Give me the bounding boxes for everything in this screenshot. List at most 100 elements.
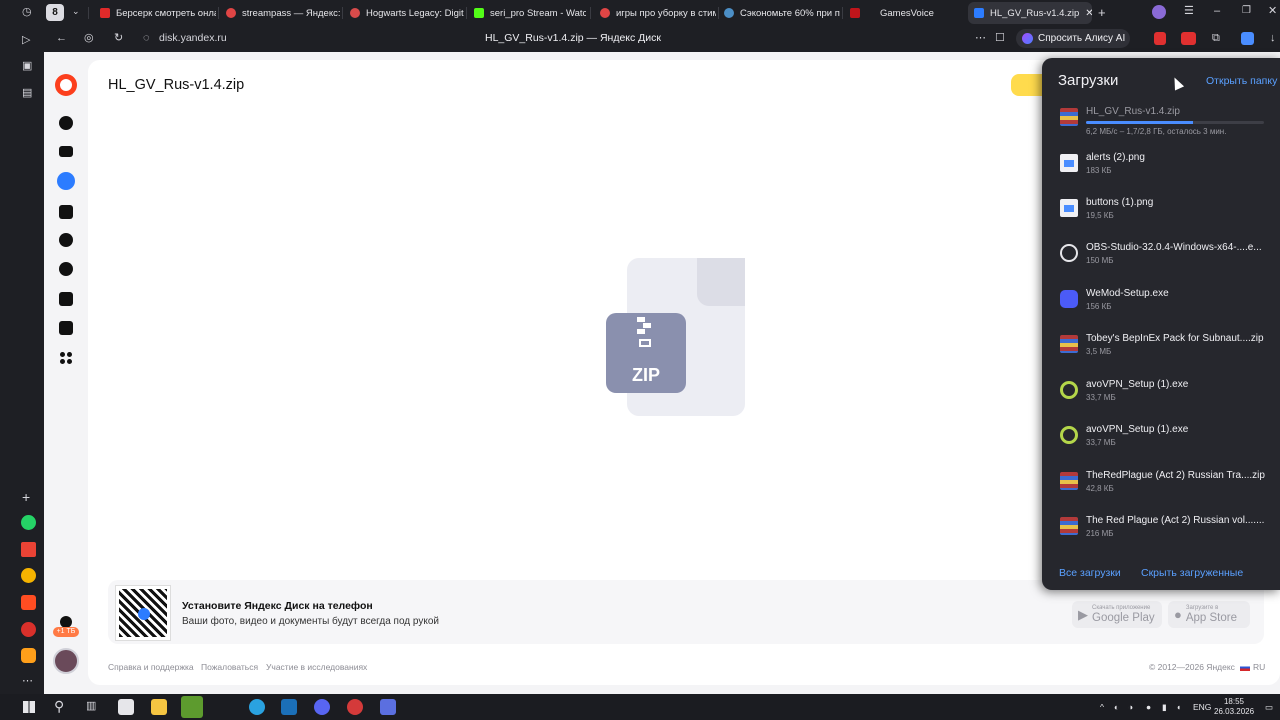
telegram-icon[interactable] <box>249 699 265 715</box>
tray-audio-icon[interactable]: ◐ <box>1114 702 1119 712</box>
shield-icon[interactable]: ◎ <box>84 33 94 44</box>
tab-berserk[interactable]: Берсерк смотреть онлайн <box>94 2 216 24</box>
mail-icon[interactable] <box>59 146 73 157</box>
tray-expand-icon[interactable]: ^ <box>1100 702 1104 712</box>
download-icon[interactable]: ↓ <box>1270 33 1276 44</box>
url-text[interactable]: disk.yandex.ru <box>159 32 227 44</box>
discord-icon[interactable] <box>314 699 330 715</box>
tab-steam-sale[interactable]: Сэкономьте 60% при по <box>718 2 840 24</box>
calendar-icon[interactable] <box>59 233 73 247</box>
reload-icon[interactable]: ↻ <box>114 33 123 44</box>
download-item-in-progress[interactable]: HL_GV_Rus-v1.4.zip 6,2 МБ/с – 1,7/2,8 ГБ… <box>1058 104 1280 142</box>
obs-app-icon[interactable] <box>347 699 363 715</box>
square-icon[interactable]: ▣ <box>22 61 32 72</box>
download-item[interactable]: avoVPN_Setup (1).exe 33,7 МБ <box>1058 422 1280 460</box>
download-status: 6,2 МБ/с – 1,7/2,8 ГБ, осталось 3 мин. <box>1086 127 1227 136</box>
open-folder-link[interactable]: Открыть папку <box>1206 75 1277 87</box>
back-icon[interactable]: ← <box>56 33 67 44</box>
play-circle-icon[interactable]: ▷ <box>22 35 30 46</box>
all-services-icon[interactable] <box>59 351 73 365</box>
footer-link-research[interactable]: Участие в исследованиях <box>266 662 367 672</box>
tab-gamesvoice[interactable]: GamesVoice <box>844 2 966 24</box>
tray-steam-icon[interactable]: ● <box>1146 702 1151 712</box>
bookmark-icon[interactable]: ☐ <box>995 33 1005 44</box>
download-item[interactable]: WeMod-Setup.exe 156 КБ <box>1058 286 1280 324</box>
store-icon[interactable] <box>118 699 134 715</box>
steam-icon[interactable] <box>281 699 297 715</box>
task-view-icon[interactable]: ▥ <box>86 701 96 712</box>
site-info-icon[interactable]: ◌ <box>143 33 150 44</box>
tab-favicon <box>850 8 860 18</box>
more-icon[interactable]: ⋯ <box>22 676 33 687</box>
tab-yandex-disk-active[interactable]: HL_GV_Rus-v1.4.zip ✕ <box>968 2 1092 24</box>
google-play-button[interactable]: ▶ Скачать приложение Google Play <box>1072 601 1162 628</box>
gallery-icon[interactable]: ▤ <box>22 88 32 99</box>
documents-icon[interactable] <box>59 205 73 219</box>
history-icon[interactable]: ◷ <box>22 7 32 18</box>
more-options-icon[interactable]: ⋯ <box>975 33 986 44</box>
disk-icon[interactable] <box>57 172 75 190</box>
download-item[interactable]: The Red Plague (Act 2) Russian vol......… <box>1058 513 1280 551</box>
notes-icon[interactable] <box>59 292 73 306</box>
profile-avatar[interactable] <box>1152 5 1166 19</box>
language-switch[interactable]: RU <box>1240 662 1265 672</box>
footer-link-report[interactable]: Пожаловаться <box>201 662 258 672</box>
download-item[interactable]: TheRedPlague (Act 2) Russian Tra....zip … <box>1058 468 1280 506</box>
add-app-icon[interactable]: + <box>22 490 30 504</box>
app-icon[interactable] <box>21 595 36 610</box>
download-item[interactable]: Tobey's BepInEx Pack for Subnaut....zip … <box>1058 331 1280 369</box>
extension-icon[interactable] <box>1154 32 1166 45</box>
avovpn-icon <box>1060 381 1078 399</box>
tab-kick-stream[interactable]: seri_pro Stream - Watch <box>468 2 586 24</box>
app-icon[interactable] <box>21 568 36 583</box>
keyboard-language[interactable]: ENG <box>1193 702 1211 712</box>
minimize-icon[interactable]: – <box>1214 6 1220 17</box>
yandex-logo[interactable] <box>55 74 77 96</box>
speaker-icon[interactable]: ◖ <box>1176 702 1181 712</box>
app-store-button[interactable]: ● Загрузите в App Store <box>1168 601 1250 628</box>
download-item[interactable]: buttons (1).png 19,5 КБ <box>1058 195 1280 233</box>
download-item[interactable]: OBS-Studio-32.0.4-Windows-x64-....e... 1… <box>1058 240 1280 278</box>
tab-hogwarts[interactable]: Hogwarts Legacy: Digit <box>344 2 464 24</box>
tab-cleaning-games[interactable]: игры про уборку в стим <box>594 2 716 24</box>
gmail-icon[interactable] <box>21 542 36 557</box>
new-tab-icon[interactable]: + <box>1098 6 1106 19</box>
user-avatar[interactable] <box>53 648 79 674</box>
menu-icon[interactable]: ☰ <box>1184 6 1194 17</box>
whatsapp-icon[interactable] <box>21 515 36 530</box>
download-item[interactable]: avoVPN_Setup (1).exe 33,7 МБ <box>1058 377 1280 415</box>
storage-badge[interactable]: +1 ТБ <box>53 627 79 637</box>
close-tab-icon[interactable]: ✕ <box>1085 8 1092 19</box>
downloads-title: Загрузки <box>1058 72 1119 89</box>
search-icon[interactable]: ⚲ <box>54 699 64 713</box>
notifications-icon[interactable]: ▭ <box>1265 702 1273 713</box>
app-icon[interactable] <box>380 699 396 715</box>
footer-link-support[interactable]: Справка и поддержка <box>108 662 194 672</box>
archive-icon <box>1060 472 1078 490</box>
translate-icon[interactable] <box>21 622 36 637</box>
tab-counter[interactable]: 8 <box>46 4 64 21</box>
messenger-icon[interactable] <box>59 262 73 276</box>
page-title: HL_GV_Rus-v1.4.zip — Яндекс Диск <box>484 32 661 44</box>
restore-icon[interactable]: ❐ <box>1242 6 1251 16</box>
cloud-icon[interactable] <box>59 116 73 130</box>
chevron-down-icon[interactable]: ⌄ <box>72 7 80 16</box>
extension-icon[interactable] <box>1241 32 1254 45</box>
all-downloads-link[interactable]: Все загрузки <box>1059 567 1121 579</box>
clock[interactable]: 18:55 26.03.2026 <box>1214 697 1254 717</box>
tab-streampass[interactable]: streampass — Яндекс: на <box>220 2 340 24</box>
file-explorer-icon[interactable] <box>151 699 167 715</box>
download-item[interactable]: alerts (2).png 183 КБ <box>1058 150 1280 188</box>
screenshot-icon[interactable]: ⧉ <box>1212 33 1220 44</box>
microphone-icon[interactable]: ▮ <box>1162 702 1167 713</box>
windows-start-icon[interactable] <box>23 701 35 713</box>
store-name: App Store <box>1185 611 1238 624</box>
close-window-icon[interactable]: ✕ <box>1268 6 1277 17</box>
hide-downloaded-link[interactable]: Скрыть загруженные <box>1141 567 1243 579</box>
adblock-icon[interactable] <box>1181 32 1196 45</box>
yandex-browser-icon[interactable] <box>181 696 203 718</box>
telemost-icon[interactable] <box>59 321 73 335</box>
ask-alice-button[interactable]: Спросить Алису AI <box>1016 29 1130 48</box>
tray-network-icon[interactable]: ◑ <box>1128 702 1133 712</box>
mail-app-icon[interactable] <box>21 648 36 663</box>
